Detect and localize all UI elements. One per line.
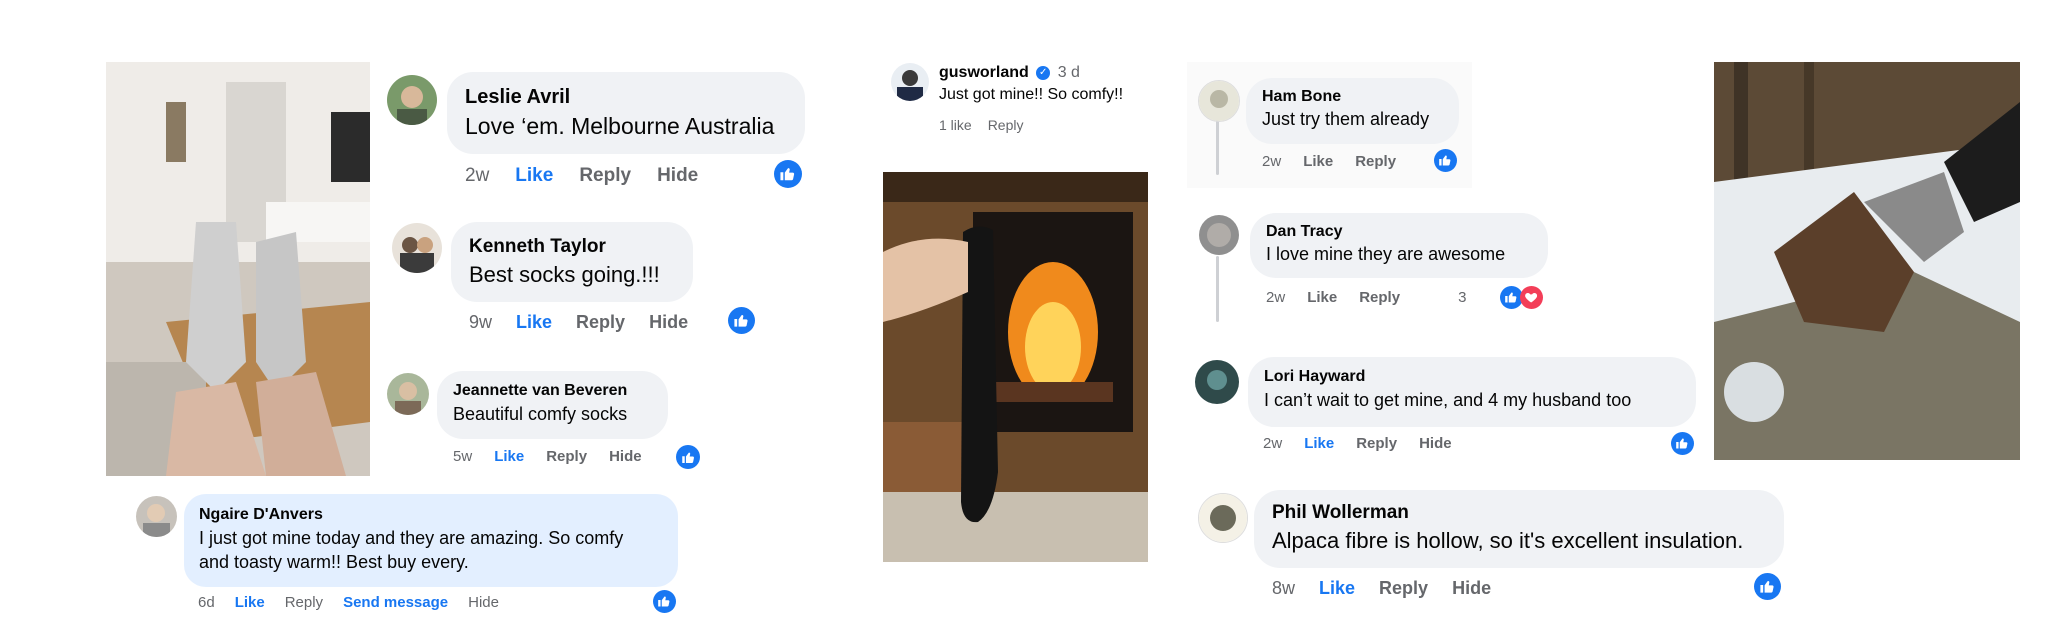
hide-button[interactable]: Hide (1452, 578, 1491, 599)
like-reaction-icon[interactable] (1754, 573, 1781, 600)
like-reaction-icon[interactable] (653, 590, 676, 613)
fireplace-sock-photo (883, 172, 1148, 562)
comment-bubble: Ham Bone Just try them already (1246, 78, 1459, 144)
comment-actions: 2w Like Reply 3 (1266, 289, 1466, 306)
comment-timestamp[interactable]: 2w (1262, 153, 1281, 170)
commenter-name[interactable]: Kenneth Taylor (469, 236, 675, 258)
avatar[interactable] (136, 496, 177, 537)
reply-button[interactable]: Reply (1356, 435, 1397, 452)
comment-actions: 8w Like Reply Hide (1272, 578, 1491, 599)
like-button[interactable]: Like (516, 312, 552, 333)
thread-line (1216, 256, 1219, 322)
commenter-name[interactable]: Jeannette van Beveren (453, 382, 652, 400)
comment-bubble: Jeannette van Beveren Beautiful comfy so… (437, 371, 668, 439)
comment-text: Beautiful comfy socks (453, 404, 628, 424)
like-button[interactable]: Like (1307, 289, 1337, 306)
like-reaction-icon[interactable] (1671, 432, 1694, 455)
comment-actions: 2w Like Reply Hide (465, 165, 698, 187)
like-button[interactable]: Like (494, 448, 524, 465)
reply-button[interactable]: Reply (1379, 578, 1428, 599)
comment-timestamp[interactable]: 8w (1272, 578, 1295, 599)
comment-bubble: Dan Tracy I love mine they are awesome (1250, 213, 1548, 278)
snow-hiking-boot-photo (1714, 62, 2020, 460)
poster-name[interactable]: gusworland (939, 64, 1029, 81)
avatar[interactable] (1199, 215, 1239, 255)
reply-button[interactable]: Reply (1359, 289, 1400, 306)
commenter-name[interactable]: Ngaire D'Anvers (199, 506, 663, 524)
thread-line (1216, 120, 1219, 175)
comment-text: Just try them already (1262, 109, 1430, 129)
avatar[interactable] (1198, 80, 1240, 122)
like-button[interactable]: Like (515, 165, 553, 187)
like-reaction-icon[interactable] (1434, 149, 1457, 172)
comment-actions: 9w Like Reply Hide (469, 312, 688, 333)
comment-bubble: Leslie Avril Love ‘em. Melbourne Austral… (447, 72, 805, 154)
avatar[interactable] (891, 63, 929, 101)
avatar[interactable] (387, 373, 429, 415)
like-button[interactable]: Like (235, 594, 265, 611)
comment-text: Best socks going.!!! (469, 262, 660, 287)
reply-button[interactable]: Reply (579, 165, 631, 187)
like-reaction-icon[interactable] (676, 445, 700, 469)
comment-text: I love mine they are awesome (1266, 244, 1506, 264)
commenter-name[interactable]: Dan Tracy (1266, 223, 1532, 241)
commenter-name[interactable]: Phil Wollerman (1272, 502, 1766, 524)
comment-bubble: Ngaire D'Anvers I just got mine today an… (184, 494, 678, 587)
comment-timestamp[interactable]: 2w (1263, 435, 1282, 452)
comment-bubble: Kenneth Taylor Best socks going.!!! (451, 222, 693, 302)
comment-timestamp[interactable]: 6d (198, 594, 215, 611)
comment-text-line-2: and toasty warm!! Best buy every. (199, 552, 469, 572)
comment-actions: 6d Like Reply Send message Hide (198, 594, 499, 611)
hide-button[interactable]: Hide (649, 312, 688, 333)
comment-text: Alpaca fibre is hollow, so it's excellen… (1272, 528, 1744, 553)
comment-bubble: Phil Wollerman Alpaca fibre is hollow, s… (1254, 490, 1784, 568)
comment-actions: 5w Like Reply Hide (453, 448, 642, 465)
comment-bubble: Lori Hayward I can’t wait to get mine, a… (1248, 357, 1696, 427)
verified-badge-icon: ✓ (1036, 65, 1051, 80)
like-button[interactable]: Like (1304, 435, 1334, 452)
send-message-button[interactable]: Send message (343, 594, 448, 611)
living-room-socks-photo (106, 62, 370, 476)
avatar[interactable] (1195, 360, 1239, 404)
comment-timestamp[interactable]: 2w (1266, 289, 1285, 306)
reply-button[interactable]: Reply (285, 594, 323, 611)
post-actions: 1 like Reply (939, 117, 1023, 133)
like-button[interactable]: Like (1303, 153, 1333, 170)
avatar[interactable] (387, 75, 437, 125)
commenter-name[interactable]: Leslie Avril (465, 86, 787, 109)
comment-timestamp[interactable]: 2w (465, 165, 489, 187)
avatar[interactable] (1198, 493, 1248, 543)
reaction-count[interactable]: 3 (1458, 289, 1466, 306)
post-text: Just got mine!! So comfy!! (939, 86, 1124, 103)
post-header: gusworland ✓ 3 d (939, 64, 1080, 82)
like-button[interactable]: Like (1319, 578, 1355, 599)
hide-button[interactable]: Hide (468, 594, 499, 611)
commenter-name[interactable]: Ham Bone (1262, 88, 1443, 106)
like-reaction-icon[interactable] (774, 160, 802, 188)
comment-actions: 2w Like Reply Hide (1263, 435, 1452, 452)
like-count[interactable]: 1 like (939, 117, 972, 133)
reply-button[interactable]: Reply (546, 448, 587, 465)
hide-button[interactable]: Hide (609, 448, 642, 465)
hide-button[interactable]: Hide (657, 165, 698, 187)
avatar[interactable] (392, 223, 442, 273)
post-timestamp[interactable]: 3 d (1058, 64, 1080, 81)
like-reaction-icon[interactable] (728, 307, 755, 334)
hide-button[interactable]: Hide (1419, 435, 1452, 452)
comment-timestamp[interactable]: 9w (469, 312, 492, 333)
commenter-name[interactable]: Lori Hayward (1264, 368, 1680, 386)
reply-button[interactable]: Reply (1355, 153, 1396, 170)
comment-actions: 2w Like Reply (1262, 153, 1396, 170)
comment-timestamp[interactable]: 5w (453, 448, 472, 465)
comment-text: I can’t wait to get mine, and 4 my husba… (1264, 390, 1632, 410)
comment-text: Love ‘em. Melbourne Australia (465, 113, 775, 139)
reply-button[interactable]: Reply (988, 117, 1024, 133)
reply-button[interactable]: Reply (576, 312, 625, 333)
heart-reaction-icon[interactable] (1520, 286, 1543, 309)
comment-text-line-1: I just got mine today and they are amazi… (199, 528, 624, 548)
